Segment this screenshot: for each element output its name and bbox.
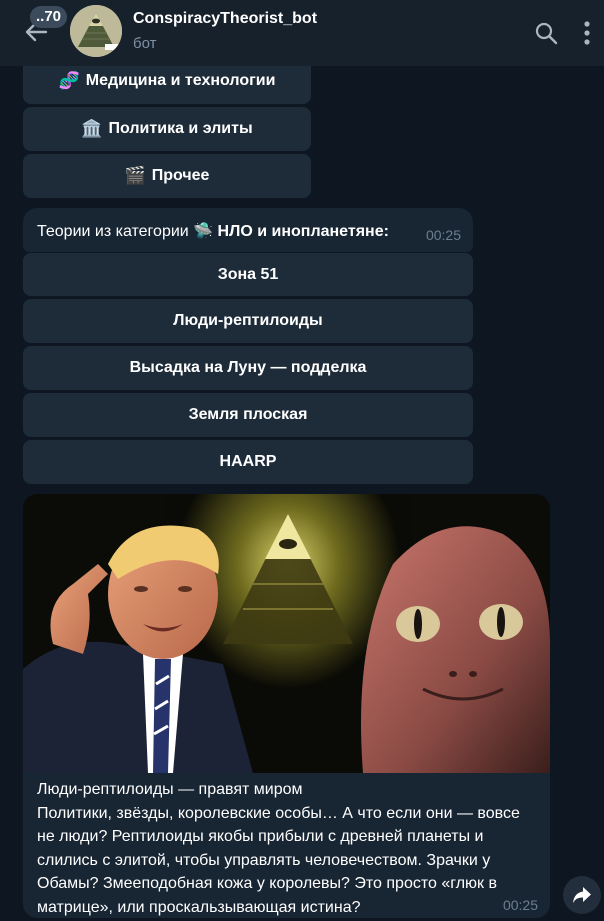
theory-button-haarp[interactable]: HAARP [23, 440, 473, 484]
category-button-label: Политика и элиты [108, 120, 253, 137]
caption-title: Люди-рептилоиды — правят миром [37, 781, 303, 798]
category-button-other[interactable]: 🎬 Прочее [23, 154, 311, 198]
message-prefix: Теории из категории [37, 223, 189, 240]
search-icon[interactable] [534, 21, 558, 45]
clapper-board-icon: 🎬 [124, 166, 146, 185]
share-forward-icon [573, 887, 591, 903]
chat-title[interactable]: ConspiracyTheorist_bot [133, 10, 317, 28]
photo-caption: Люди-рептилоиды — правят миром Политики,… [37, 778, 542, 918]
category-button-label: Медицина и технологии [85, 72, 276, 89]
theory-button-moon-landing[interactable]: Высадка на Луну — подделка [23, 346, 473, 390]
theory-button-label: Зона 51 [217, 265, 279, 283]
theory-button-reptilians[interactable]: Люди-рептилоиды [23, 299, 473, 343]
theory-button-area51[interactable]: Зона 51 [23, 253, 473, 296]
category-button-label: Прочее [151, 167, 210, 184]
message-category: НЛО и инопланетяне: [217, 223, 389, 240]
theory-button-label: Люди-рептилоиды [173, 312, 323, 329]
message-text: Теории из категории 🛸 НЛО и инопланетяне… [37, 221, 389, 241]
more-vertical-icon[interactable] [583, 20, 591, 46]
unread-count-badge[interactable]: ..70 [30, 6, 68, 28]
pyramid-eye-icon [70, 5, 122, 57]
theory-button-label: HAARP [219, 453, 277, 470]
caption-body: Политики, звёзды, королевские особы… А ч… [37, 804, 520, 916]
message-time: 00:25 [425, 227, 461, 243]
theory-button-label: Высадка на Луну — подделка [129, 359, 367, 376]
flying-saucer-icon: 🛸 [193, 223, 214, 240]
classical-building-icon: 🏛️ [81, 119, 103, 138]
bot-avatar[interactable] [70, 5, 122, 57]
theory-button-label: Земля плоская [188, 406, 308, 423]
share-button[interactable] [563, 876, 601, 914]
category-button-politics[interactable]: 🏛️ Политика и элиты [23, 107, 311, 151]
photo-message-time: 00:25 [502, 897, 538, 913]
photo-message: Люди-рептилоиды — правят миром Политики,… [23, 494, 550, 918]
chat-header: ..70 ConspiracyTheorist_bot бот [0, 0, 604, 66]
dna-icon: 🧬 [58, 71, 80, 90]
message-bubble: Теории из категории 🛸 НЛО и инопланетяне… [23, 208, 473, 252]
chat-status: бот [133, 35, 157, 52]
message-photo[interactable] [23, 494, 550, 773]
theory-button-flat-earth[interactable]: Земля плоская [23, 393, 473, 437]
